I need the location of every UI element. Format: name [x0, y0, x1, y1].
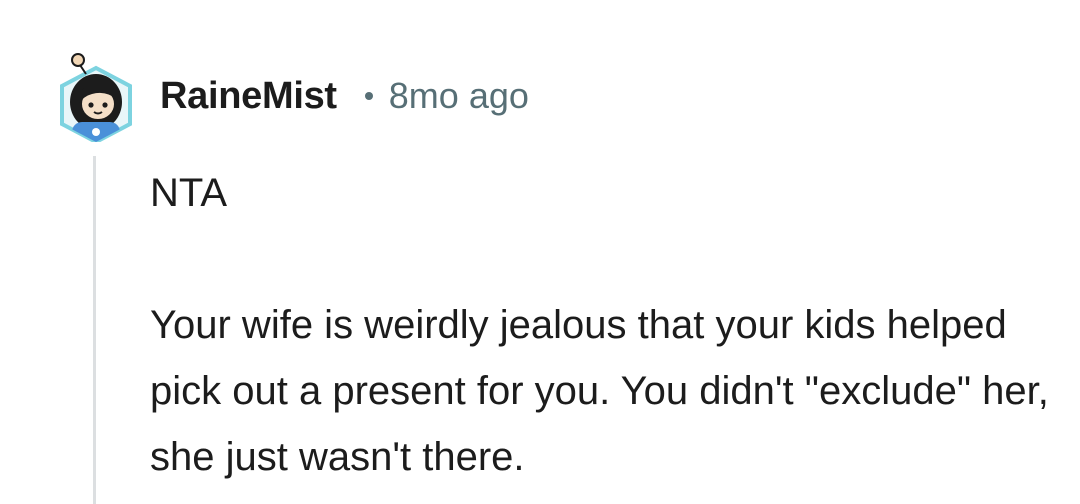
comment: RaineMist 8mo ago NTA Your wife is weird… [0, 0, 1080, 504]
snoo-avatar-icon[interactable] [58, 50, 134, 142]
thread-collapse-line[interactable] [93, 156, 96, 504]
username-link[interactable]: RaineMist [160, 77, 337, 115]
comment-paragraph: Your wife is weirdly jealous that your k… [150, 303, 1049, 479]
comment-header: RaineMist 8mo ago [58, 48, 529, 144]
comment-paragraph: NTA [150, 171, 228, 215]
comment-timestamp[interactable]: 8mo ago [389, 78, 529, 114]
comment-body: NTA Your wife is weirdly jealous that yo… [150, 160, 1050, 490]
dot-separator-icon [364, 92, 373, 100]
